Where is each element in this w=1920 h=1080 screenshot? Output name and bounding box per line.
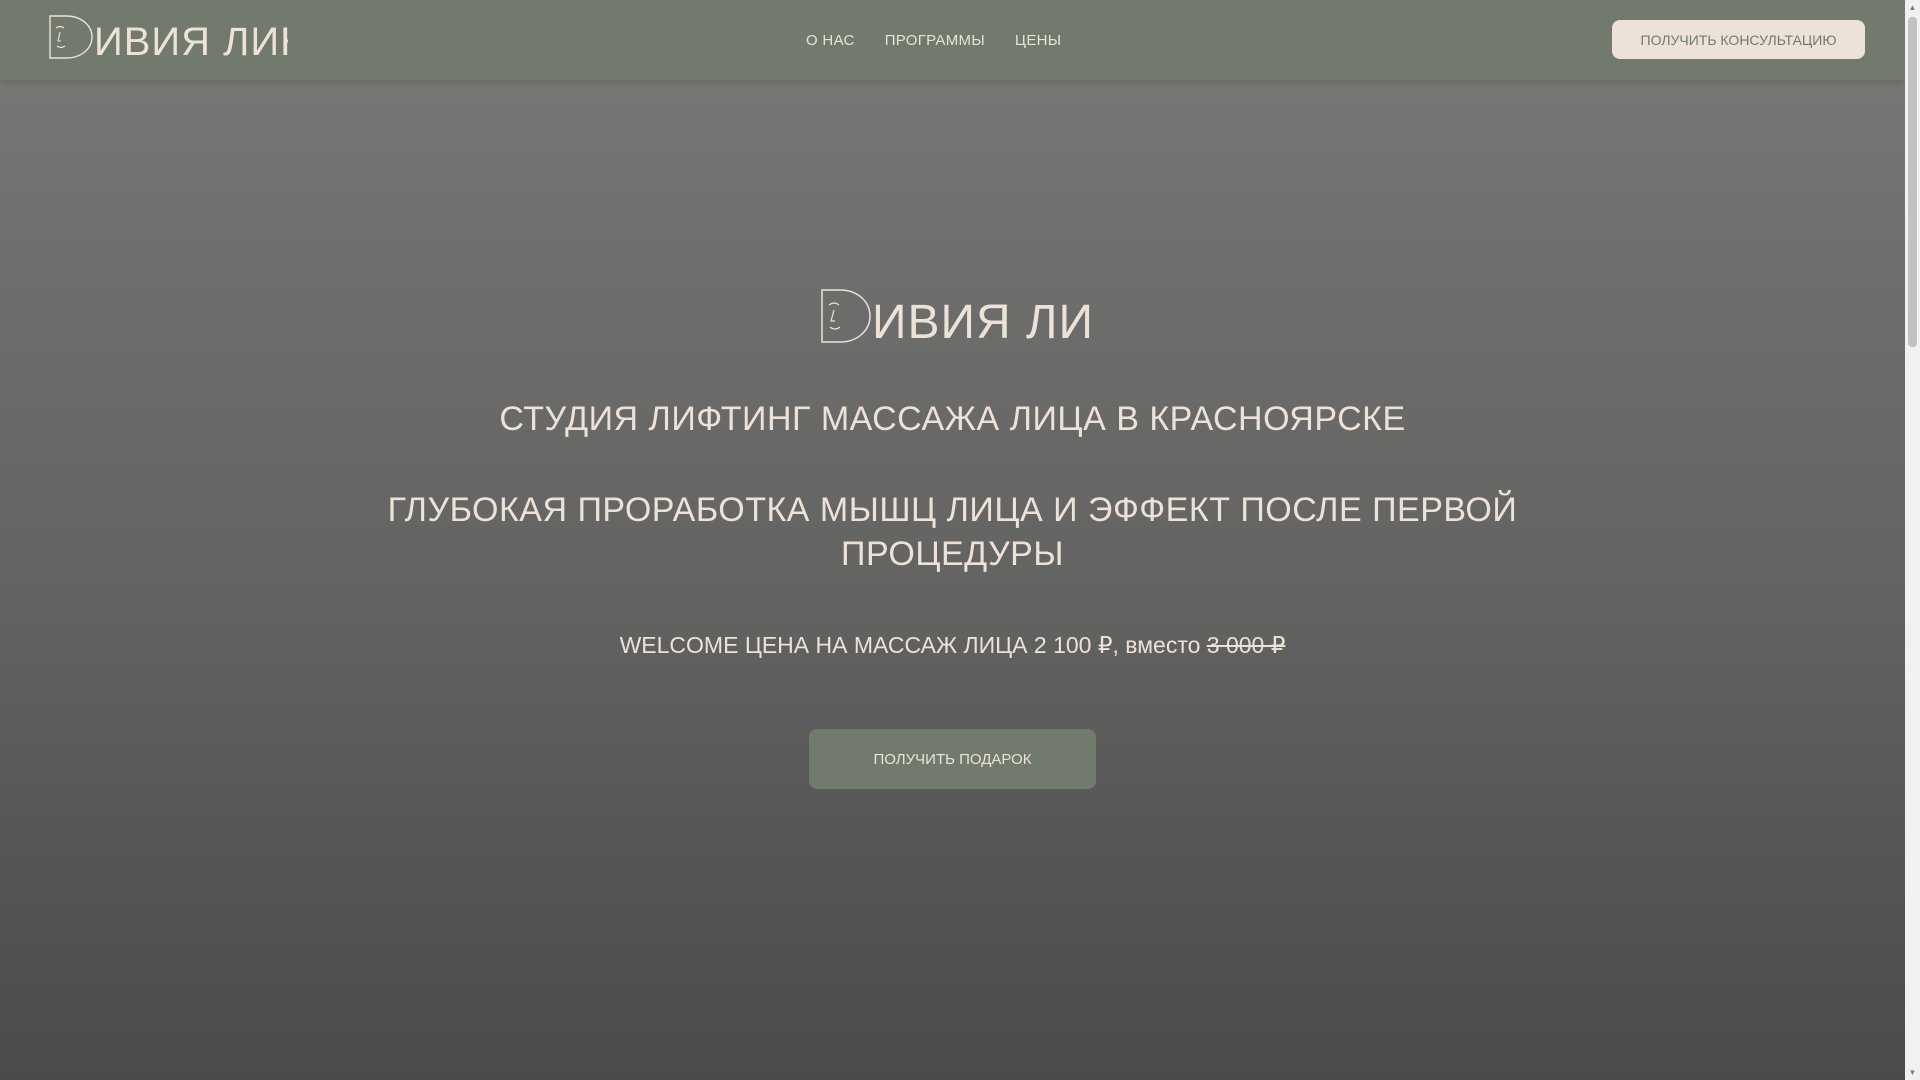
get-consultation-button[interactable]: ПОЛУЧИТЬ КОНСУЛЬТАЦИЮ [1612,20,1865,59]
hero-logo: ИВИЯ ЛИК [821,289,1090,344]
scroll-up-arrow-icon[interactable]: ▲ [1905,0,1920,15]
svg-text:ИВИЯ ЛИК: ИВИЯ ЛИК [94,20,288,60]
landing-page: ИВИЯ ЛИК О НАС ПРОГРАММЫ ЦЕНЫ ПОЛУЧИТЬ К… [0,0,1920,1080]
hero-title: СТУДИЯ ЛИФТИНГ МАССАЖА ЛИЦА В КРАСНОЯРСК… [499,400,1406,438]
get-gift-button[interactable]: ПОЛУЧИТЬ ПОДАРОК [809,729,1096,789]
old-price: 3 000 ₽ [1206,632,1286,658]
brand-logo[interactable]: ИВИЯ ЛИК [48,14,288,60]
svg-text:ИВИЯ ЛИК: ИВИЯ ЛИК [872,296,1090,344]
site-header: ИВИЯ ЛИК О НАС ПРОГРАММЫ ЦЕНЫ ПОЛУЧИТЬ К… [0,0,1905,80]
scrollbar-thumb[interactable] [1908,17,1917,347]
nav-item-prices[interactable]: ЦЕНЫ [1015,32,1061,49]
main-nav: О НАС ПРОГРАММЫ ЦЕНЫ [806,0,1061,80]
page-scrollbar[interactable]: ▲ ▼ [1905,0,1920,1080]
welcome-offer: WELCOME ЦЕНА НА МАССАЖ ЛИЦА 2 100 ₽, вме… [0,632,1905,659]
hero-subtitle: ГЛУБОКАЯ ПРОРАБОТКА МЫШЦ ЛИЦА И ЭФФЕКТ П… [387,491,1518,573]
scroll-down-arrow-icon[interactable]: ▼ [1905,1065,1920,1080]
nav-item-programs[interactable]: ПРОГРАММЫ [885,32,985,49]
nav-item-about[interactable]: О НАС [806,32,855,49]
offer-text: WELCOME ЦЕНА НА МАССАЖ ЛИЦА 2 100 ₽, вме… [619,632,1207,658]
